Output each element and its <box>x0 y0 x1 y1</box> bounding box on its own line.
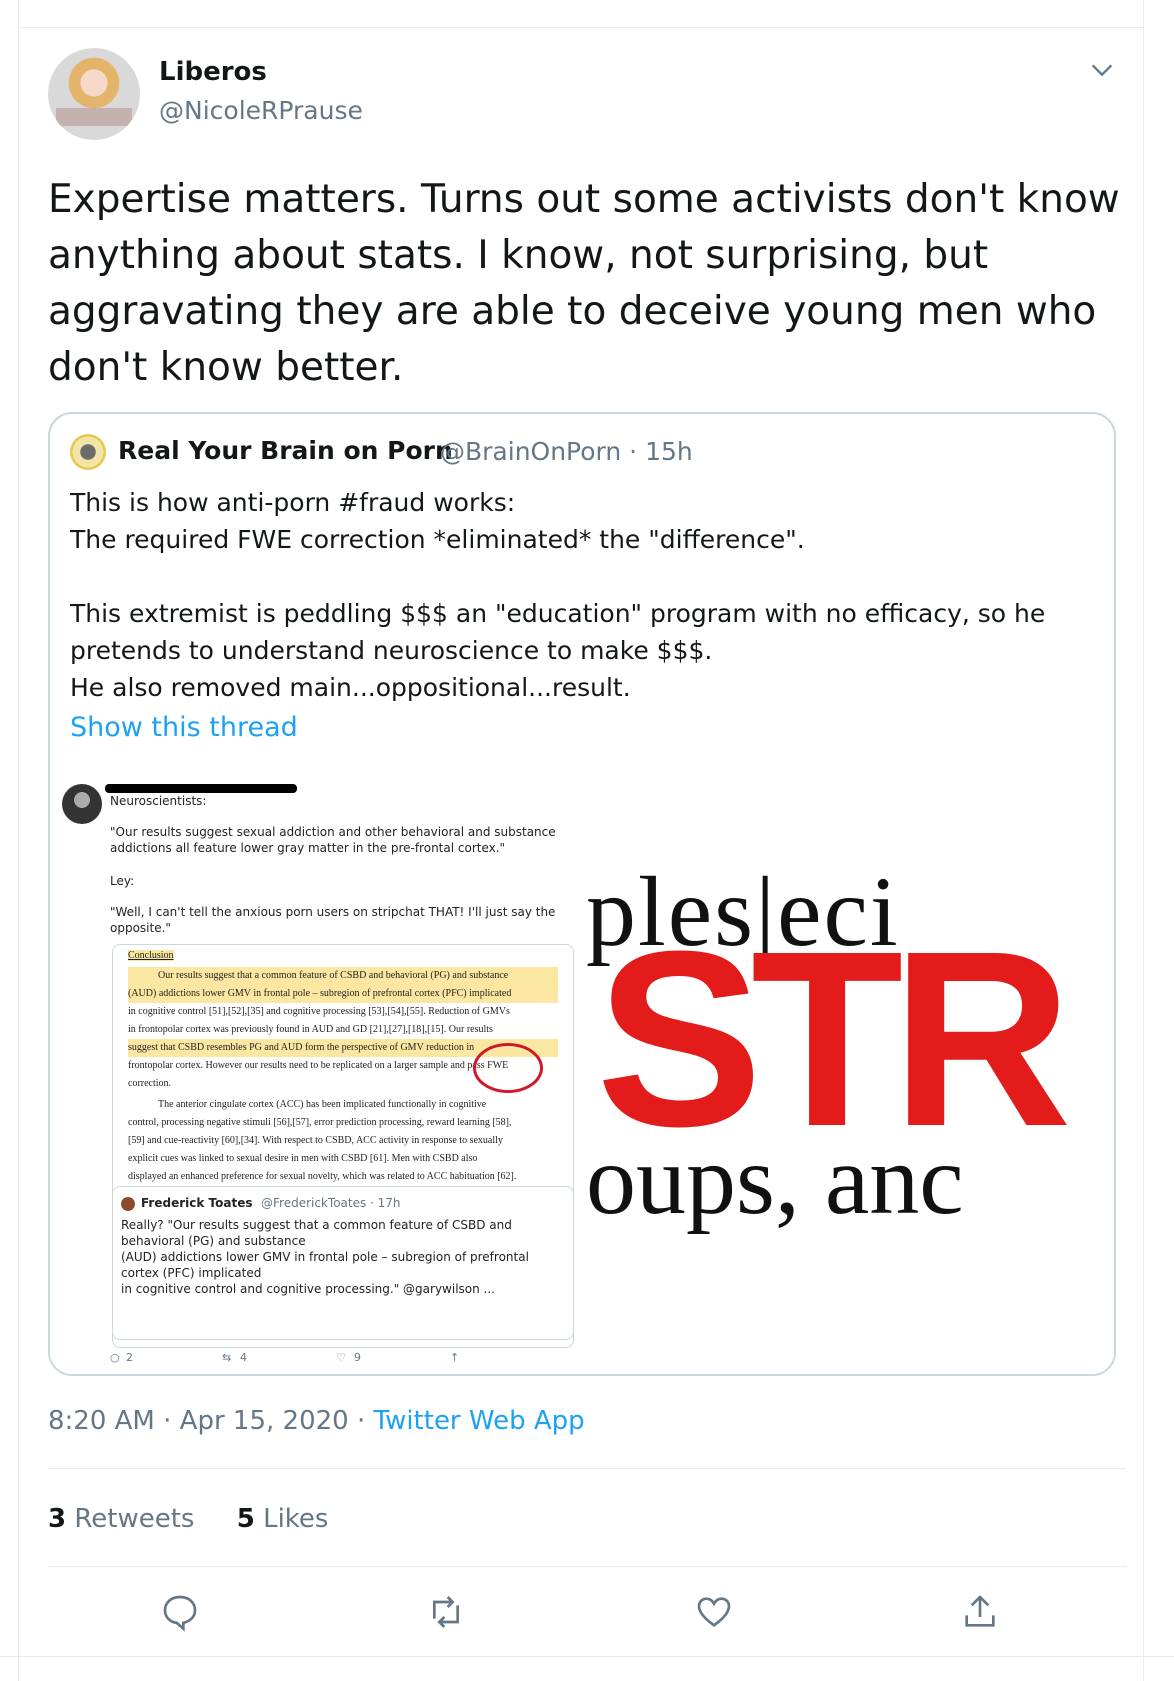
embedded-line: cortex (PFC) implicated <box>121 1266 262 1280</box>
show-thread-link[interactable]: Show this thread <box>70 712 298 743</box>
screenshot-quote-line: opposite." <box>110 921 171 935</box>
embedded-line: in cognitive control and cognitive proce… <box>121 1282 495 1296</box>
screenshot-quote-line: "Our results suggest sexual addiction an… <box>110 825 556 839</box>
tweet-text: Expertise matters. Turns out some activi… <box>48 172 1120 396</box>
divider <box>0 1656 1174 1657</box>
paper-line: [59] and cue-reactivity [60],[34]. With … <box>128 1135 503 1146</box>
tweet-line: don't know better. <box>48 345 404 390</box>
share-icon[interactable] <box>960 1592 1000 1632</box>
screenshot-quote-line: addictions all feature lower gray matter… <box>110 841 506 855</box>
author-handle[interactable]: @NicoleRPrause <box>159 96 363 125</box>
avatar[interactable] <box>48 48 140 140</box>
paper-line: The anterior cingulate cortex (ACC) has … <box>158 1099 487 1110</box>
retweet-icon[interactable] <box>426 1592 466 1632</box>
paper-line: displayed an enhanced preference for sex… <box>128 1171 517 1182</box>
embedded-name: Frederick Toates <box>141 1196 253 1210</box>
like-icon: ♡ <box>336 1351 346 1364</box>
quoted-line: The required FWE correction *eliminated*… <box>70 525 805 554</box>
quoted-handle-time: @BrainOnPorn · 15h <box>440 437 693 466</box>
quoted-text: This is how anti-porn #fraud works: The … <box>70 484 1090 706</box>
paper-heading: Conclusion <box>128 947 558 965</box>
screenshot-quote-line: "Well, I can't tell the anxious porn use… <box>110 905 556 919</box>
retweet-icon: ⇆ <box>222 1351 232 1364</box>
embedded-avatar <box>121 1197 135 1211</box>
tweet-meta: 8:20 AM · Apr 15, 2020 · Twitter Web App <box>48 1406 585 1436</box>
paper-heading-text: Conclusion <box>128 950 174 961</box>
likes-label: Likes <box>263 1504 329 1534</box>
reply-count: 2 <box>126 1351 133 1364</box>
quoted-line: This is how anti-porn #fraud works: <box>70 488 516 517</box>
likes-number: 5 <box>236 1504 255 1534</box>
reply-icon[interactable] <box>160 1592 200 1632</box>
quoted-media[interactable]: Neuroscientists: "Our results suggest se… <box>50 774 1114 1374</box>
like-icon[interactable] <box>694 1592 734 1632</box>
paper-line: in cognitive control [51],[52],[35] and … <box>128 1006 510 1017</box>
embedded-line: (AUD) addictions lower GMV in frontal po… <box>121 1250 529 1264</box>
divider <box>48 1468 1126 1469</box>
red-circle-annotation <box>473 1043 543 1093</box>
share-icon: ↑ <box>450 1351 460 1364</box>
retweet-count: 4 <box>240 1351 247 1364</box>
source-link[interactable]: Twitter Web App <box>373 1406 584 1436</box>
author-name[interactable]: Liberos <box>159 57 267 87</box>
screenshot-avatar <box>62 784 102 824</box>
screenshot-quote: "Well, I can't tell the anxious porn use… <box>110 904 555 936</box>
embedded-tweet: Frederick Toates @FrederickToates · 17h … <box>112 1186 574 1340</box>
paper-line: in frontopolar cortex was previously fou… <box>128 1024 493 1035</box>
retweets-label: Retweets <box>74 1504 195 1534</box>
engagement-counts: 3 Retweets 5 Likes <box>48 1504 362 1534</box>
tweet-line: anything about stats. I know, not surpri… <box>48 233 989 278</box>
screenshot-image: Neuroscientists: "Our results suggest se… <box>50 774 586 1374</box>
divider <box>19 27 1143 28</box>
paper-line: (AUD) addictions lower GMV in frontal po… <box>128 985 558 1003</box>
embedded-text: Really? "Our results suggest that a comm… <box>121 1217 529 1297</box>
chevron-down-icon[interactable] <box>1088 56 1116 84</box>
screenshot-label: Neuroscientists: <box>110 794 207 808</box>
tweet-line: aggravating they are able to deceive you… <box>48 289 1097 334</box>
banner-text-bottom: oups, anc <box>586 1124 964 1235</box>
paper-line: explicit cues was linked to sexual desir… <box>128 1153 478 1164</box>
embedded-handle: @FrederickToates · 17h <box>261 1196 401 1210</box>
embedded-line: Really? "Our results suggest that a comm… <box>121 1218 512 1232</box>
quoted-avatar <box>70 434 106 470</box>
quoted-author-name: Real Your Brain on Porn <box>118 436 453 465</box>
likes-count[interactable]: 5 Likes <box>237 1504 329 1534</box>
redaction-bar <box>105 784 297 793</box>
divider <box>48 1566 1126 1567</box>
reply-icon: ○ <box>110 1351 120 1364</box>
quoted-line: He also removed main...oppositional...re… <box>70 673 631 702</box>
quoted-line: pretends to understand neuroscience to m… <box>70 636 713 665</box>
embedded-line: behavioral (PG) and substance <box>121 1234 306 1248</box>
screenshot-label: Ley: <box>110 874 135 888</box>
screenshot-quote: "Our results suggest sexual addiction an… <box>110 824 556 856</box>
paper-line: Our results suggest that a common featur… <box>128 967 558 985</box>
screenshot-actions: ○ 2 ⇆ 4 ♡ 9 ↑ <box>110 1351 510 1369</box>
quoted-line: This extremist is peddling $$$ an "educa… <box>70 599 1046 628</box>
quoted-line <box>70 558 1090 595</box>
timestamp[interactable]: 8:20 AM · Apr 15, 2020 · <box>48 1406 373 1436</box>
tweet-line: Expertise matters. Turns out some activi… <box>48 177 1120 222</box>
like-count: 9 <box>354 1351 361 1364</box>
retweets-count[interactable]: 3 Retweets <box>48 1504 194 1534</box>
banner-image: ples|eci STR oups, anc <box>586 774 1114 1374</box>
retweets-number: 3 <box>48 1504 67 1534</box>
paper-line: control, processing negative stimuli [56… <box>128 1117 512 1128</box>
quoted-tweet[interactable]: Real Your Brain on Porn @BrainOnPorn · 1… <box>48 412 1116 1376</box>
avatar-overlay <box>56 108 132 126</box>
